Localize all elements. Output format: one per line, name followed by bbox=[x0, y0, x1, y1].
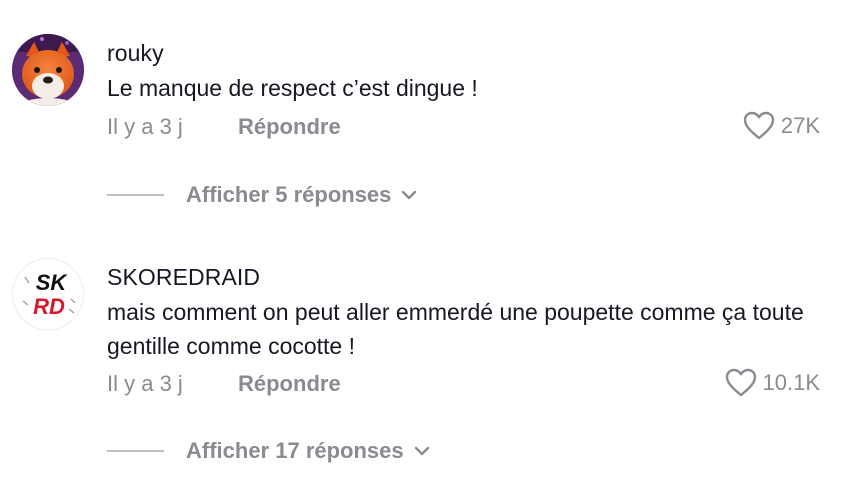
avatar-logo-text-top: SK bbox=[36, 270, 69, 295]
show-replies-button[interactable]: Afficher 5 réponses bbox=[107, 182, 417, 208]
show-replies-label: Afficher 5 réponses bbox=[186, 182, 392, 207]
comment-timestamp: Il y a 3 j bbox=[107, 371, 183, 396]
avatar[interactable]: SK RD bbox=[12, 258, 84, 330]
show-replies-button[interactable]: Afficher 17 réponses bbox=[107, 438, 430, 464]
skoredraid-logo-icon: SK RD bbox=[13, 259, 83, 329]
like-button[interactable]: 10.1K bbox=[725, 368, 821, 398]
comment-text: Le manque de respect c’est dingue ! bbox=[107, 75, 478, 101]
avatar-logo-text-bottom: RD bbox=[33, 294, 65, 319]
comment-username[interactable]: rouky bbox=[107, 40, 164, 67]
chevron-down-icon bbox=[402, 190, 417, 200]
like-count: 10.1K bbox=[762, 370, 821, 395]
heart-icon bbox=[725, 368, 756, 397]
reply-button[interactable]: Répondre bbox=[238, 114, 341, 140]
comment-username[interactable]: SKOREDRAID bbox=[107, 264, 260, 291]
avatar[interactable] bbox=[12, 34, 84, 106]
like-count: 27K bbox=[780, 113, 820, 138]
comment-timestamp: Il y a 3 j bbox=[107, 114, 183, 139]
show-replies-label: Afficher 17 réponses bbox=[186, 438, 404, 463]
comment-text: mais comment on peut aller emmerdé une p… bbox=[107, 299, 804, 359]
reply-button[interactable]: Répondre bbox=[238, 371, 341, 397]
fox-plush-avatar-icon bbox=[12, 34, 84, 106]
divider-line bbox=[107, 194, 164, 196]
heart-icon bbox=[743, 111, 775, 140]
divider-line bbox=[107, 450, 164, 452]
chevron-down-icon bbox=[414, 446, 429, 456]
like-button[interactable]: 27K bbox=[743, 111, 820, 141]
